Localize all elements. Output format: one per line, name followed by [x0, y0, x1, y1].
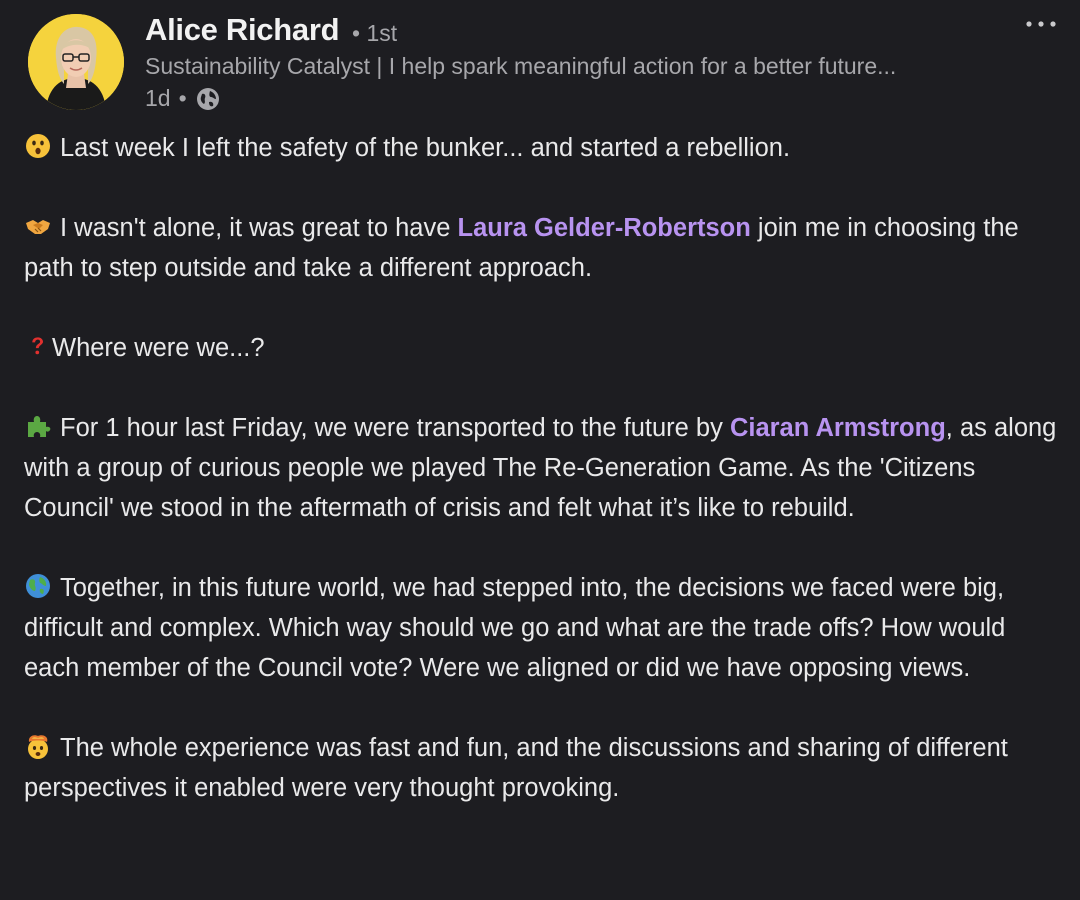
paragraph-text: For 1 hour last Friday, we were transpor…: [60, 414, 730, 442]
post-paragraph: The whole experience was fast and fun, a…: [24, 728, 1064, 808]
more-horizontal-icon[interactable]: [1024, 14, 1058, 34]
paragraph-text: Together, in this future world, we had s…: [24, 574, 1006, 682]
post-paragraph: Last week I left the safety of the bunke…: [24, 128, 1064, 168]
mention-ciaran-armstrong[interactable]: Ciaran Armstrong: [730, 414, 946, 442]
handshake-icon: [26, 220, 50, 234]
meta-separator: •: [178, 84, 187, 111]
question-mark-icon: [32, 337, 43, 355]
connection-degree: • 1st: [352, 20, 398, 46]
mention-laura-gelder-robertson[interactable]: Laura Gelder-Robertson: [458, 214, 751, 242]
paragraph-text: The whole experience was fast and fun, a…: [24, 734, 1008, 802]
post-time[interactable]: 1d: [145, 85, 171, 112]
post-meta: 1d •: [145, 84, 221, 112]
post-paragraph: For 1 hour last Friday, we were transpor…: [24, 408, 1064, 528]
post-paragraph: I wasn't alone, it was great to have Lau…: [24, 208, 1064, 288]
author-headline[interactable]: Sustainability Catalyst | I help spark m…: [145, 53, 896, 80]
author-name[interactable]: Alice Richard: [145, 12, 340, 48]
globe-emoji-icon: [26, 574, 50, 598]
feed-post: Alice Richard • 1st Sustainability Catal…: [0, 0, 1080, 900]
post-paragraph: Where were we...?: [24, 328, 1064, 368]
avatar-photo: [28, 14, 124, 110]
post-body: Last week I left the safety of the bunke…: [24, 128, 1064, 808]
globe-icon: [196, 87, 219, 110]
post-paragraph: Together, in this future world, we had s…: [24, 568, 1064, 688]
exploding-head-icon: [28, 735, 48, 759]
paragraph-text: I wasn't alone, it was great to have: [60, 214, 458, 242]
paragraph-text: Last week I left the safety of the bunke…: [60, 134, 791, 162]
paragraph-text: Where were we...?: [52, 334, 265, 362]
avatar[interactable]: [28, 14, 124, 110]
puzzle-piece-icon: [28, 416, 51, 437]
astonished-face-icon: [26, 134, 50, 158]
